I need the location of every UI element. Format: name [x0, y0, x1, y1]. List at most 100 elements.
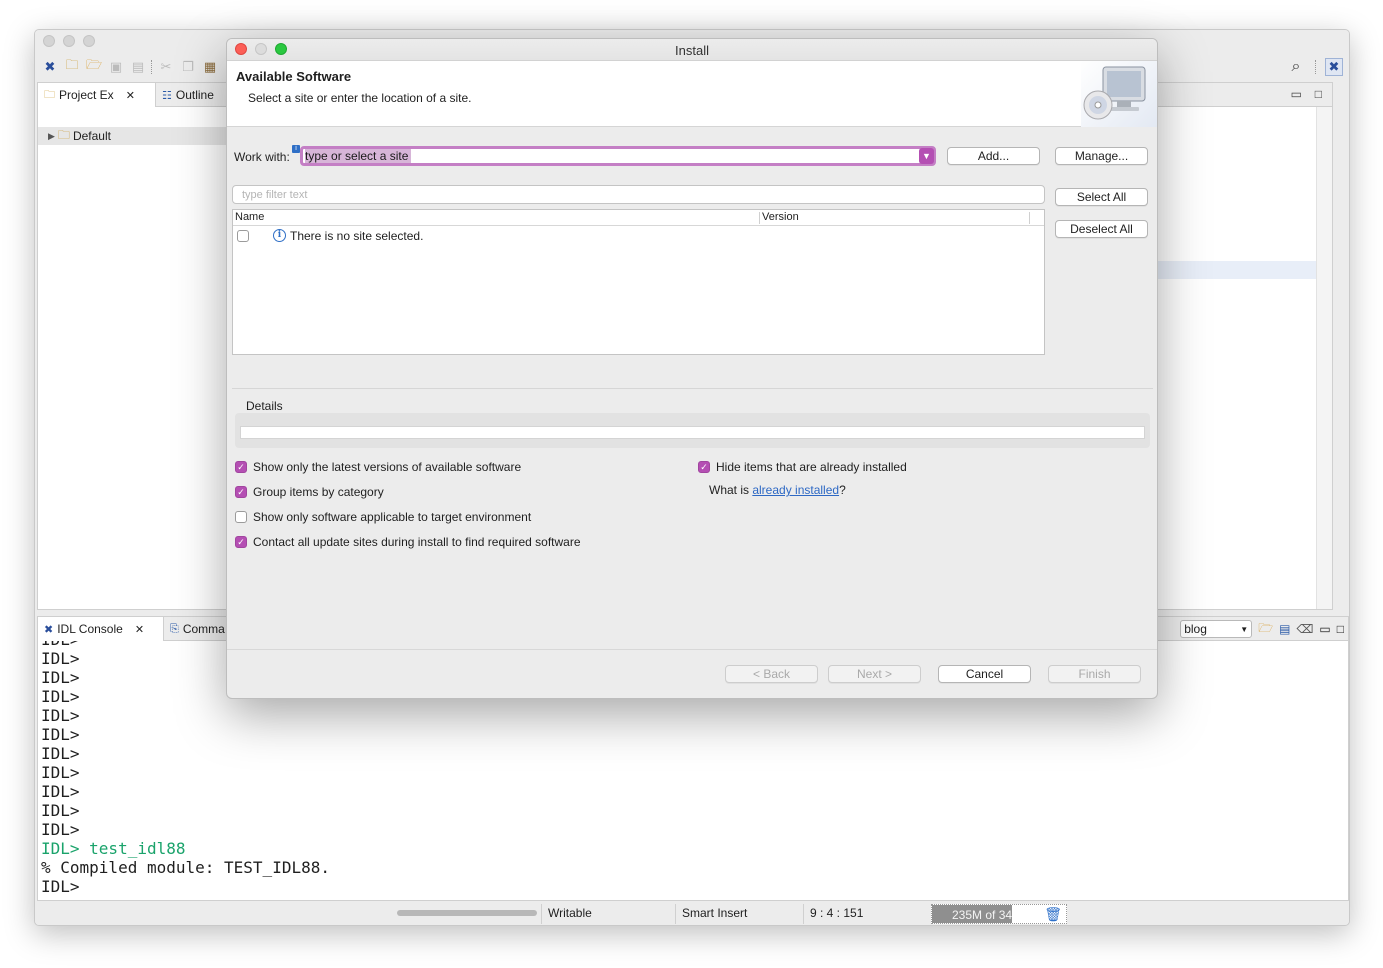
editor-side-panel: ▭ □ — [1157, 82, 1333, 610]
section-divider — [232, 388, 1153, 389]
expand-arrow-icon[interactable]: ▶ — [48, 131, 55, 142]
minimize-view-icon[interactable]: ▭ — [1291, 87, 1302, 101]
garbage-collect-icon[interactable]: 🗑 — [1044, 906, 1062, 923]
minimize-view-icon[interactable]: ▭ — [1319, 622, 1330, 636]
work-with-input[interactable] — [305, 149, 915, 163]
header-title: Available Software — [236, 69, 352, 84]
option-label: Show only software applicable to target … — [253, 510, 532, 524]
info-decoration-icon: i — [292, 145, 300, 153]
project-explorer-panel: 🗀 Project Ex ✕ ☷ Outline ▶ 🗀 Default — [37, 82, 237, 610]
info-icon: i — [273, 229, 286, 242]
install-dialog: Install Available Software Select a site… — [226, 38, 1158, 699]
dialog-header: Available Software Select a site or ente… — [227, 61, 1157, 127]
save-all-icon[interactable]: ▤ — [129, 58, 147, 76]
status-bar: Writable Smart Insert 9 : 4 : 151 235M o… — [35, 902, 1349, 925]
dialog-title: Install — [675, 43, 709, 58]
details-group — [235, 413, 1150, 448]
option-checkbox[interactable]: ✓ — [235, 461, 247, 473]
insert-mode-status: Smart Insert — [682, 906, 748, 920]
chevron-down-icon[interactable]: ▼ — [919, 148, 934, 164]
header-description: Select a site or enter the location of a… — [248, 91, 472, 105]
maximize-view-icon[interactable]: □ — [1337, 622, 1344, 636]
manage-sites-button[interactable]: Manage... — [1055, 147, 1148, 165]
software-table[interactable]: Name Version i There is no site selected… — [232, 209, 1045, 355]
project-explorer-icon: 🗀 — [44, 88, 55, 101]
install-software-graphic — [1081, 61, 1157, 127]
tree-item-default[interactable]: ▶ 🗀 Default — [38, 127, 236, 145]
ide-zoom-light[interactable] — [83, 35, 95, 47]
close-tab-icon[interactable]: ✕ — [126, 89, 135, 102]
idl-perspective-active-icon[interactable]: ✖ — [1325, 58, 1343, 76]
vertical-scrollbar[interactable] — [1316, 107, 1332, 609]
work-with-combo[interactable]: ▼ — [300, 146, 936, 166]
copy-icon[interactable]: ❐ — [179, 58, 197, 76]
tab-outline[interactable]: ☷ Outline — [156, 83, 220, 107]
option-3[interactable]: ✓ Contact all update sites during install… — [235, 535, 581, 549]
progress-bar — [397, 910, 537, 916]
console-line: % Compiled module: TEST_IDL88. — [41, 858, 330, 877]
option-hide-installed[interactable]: ✓ Hide items that are already installed — [698, 460, 907, 474]
column-version-header[interactable]: Version — [762, 211, 799, 223]
console-line: IDL> — [41, 782, 80, 801]
row-checkbox[interactable] — [237, 230, 249, 242]
option-label: Show only the latest versions of availab… — [253, 460, 522, 474]
no-site-message: There is no site selected. — [290, 229, 424, 243]
tab-project-explorer[interactable]: 🗀 Project Ex ✕ — [38, 83, 156, 107]
writable-status: Writable — [548, 906, 592, 920]
footer-divider — [227, 649, 1157, 650]
dialog-titlebar: Install — [227, 39, 1157, 61]
heap-status[interactable]: 235M of 34 🗑 — [931, 904, 1067, 924]
new-project-icon[interactable]: 🗀 — [63, 57, 81, 76]
open-folder-icon[interactable]: 🗁 — [85, 57, 103, 76]
option-checkbox[interactable]: ✓ — [235, 486, 247, 498]
monitor-cd-icon — [1083, 66, 1146, 120]
option-2[interactable]: Show only software applicable to target … — [235, 510, 531, 524]
search-icon[interactable]: ⌕ — [1287, 58, 1305, 76]
idl-perspective-icon[interactable]: ✖ — [41, 58, 59, 76]
cancel-button[interactable]: Cancel — [938, 665, 1031, 683]
work-with-label: Work with: — [234, 150, 290, 164]
console-line: IDL> — [41, 706, 80, 725]
filter-input[interactable] — [232, 185, 1045, 204]
details-label: Details — [246, 399, 283, 413]
clear-console-icon[interactable]: ⌫ — [1296, 622, 1313, 636]
tab-command-history[interactable]: ⎘ Comma — [164, 617, 231, 641]
command-history-icon: ⎘ — [170, 622, 179, 635]
back-button[interactable]: < Back — [725, 665, 818, 683]
cut-icon[interactable]: ✂ — [157, 58, 175, 76]
table-row[interactable]: i There is no site selected. — [233, 227, 1044, 245]
console-line: IDL> — [41, 725, 80, 744]
heap-text: 235M of 34 — [952, 908, 1012, 922]
console-filter-combo[interactable]: blog ▼ — [1180, 620, 1253, 638]
tab-idl-console[interactable]: ✖ IDL Console ✕ — [38, 617, 164, 641]
ide-minimize-light[interactable] — [63, 35, 75, 47]
already-installed-link[interactable]: already installed — [752, 483, 839, 497]
chevron-down-icon: ▼ — [1240, 624, 1249, 634]
select-all-button[interactable]: Select All — [1055, 188, 1148, 206]
add-site-button[interactable]: Add... — [947, 147, 1040, 165]
deselect-all-button[interactable]: Deselect All — [1055, 220, 1148, 238]
finish-button[interactable]: Finish — [1048, 665, 1141, 683]
close-tab-icon[interactable]: ✕ — [135, 623, 144, 636]
hide-installed-checkbox[interactable]: ✓ — [698, 461, 710, 473]
project-folder-icon: 🗀 — [57, 127, 70, 142]
option-checkbox[interactable] — [235, 511, 247, 523]
outline-icon: ☷ — [162, 89, 172, 102]
paste-icon[interactable]: ▦ — [201, 58, 219, 76]
save-icon[interactable]: ▣ — [107, 58, 125, 76]
column-name-header[interactable]: Name — [235, 211, 264, 223]
option-0[interactable]: ✓ Show only the latest versions of availa… — [235, 460, 521, 474]
ide-close-light[interactable] — [43, 35, 55, 47]
option-label: Group items by category — [253, 485, 384, 499]
console-line: IDL> — [41, 744, 80, 763]
maximize-view-icon[interactable]: □ — [1315, 87, 1322, 101]
option-checkbox[interactable]: ✓ — [235, 536, 247, 548]
open-folder-icon[interactable]: 🗁 — [1258, 619, 1273, 640]
console-line: IDL> — [41, 820, 80, 839]
next-button[interactable]: Next > — [828, 665, 921, 683]
details-text-area[interactable] — [240, 426, 1145, 439]
pin-console-icon[interactable]: ▤ — [1279, 622, 1290, 636]
option-1[interactable]: ✓ Group items by category — [235, 485, 384, 499]
console-toolbar: blog ▼ 🗁 ▤ ⌫ ▭ □ — [1180, 619, 1344, 639]
console-line: IDL> — [41, 877, 80, 896]
